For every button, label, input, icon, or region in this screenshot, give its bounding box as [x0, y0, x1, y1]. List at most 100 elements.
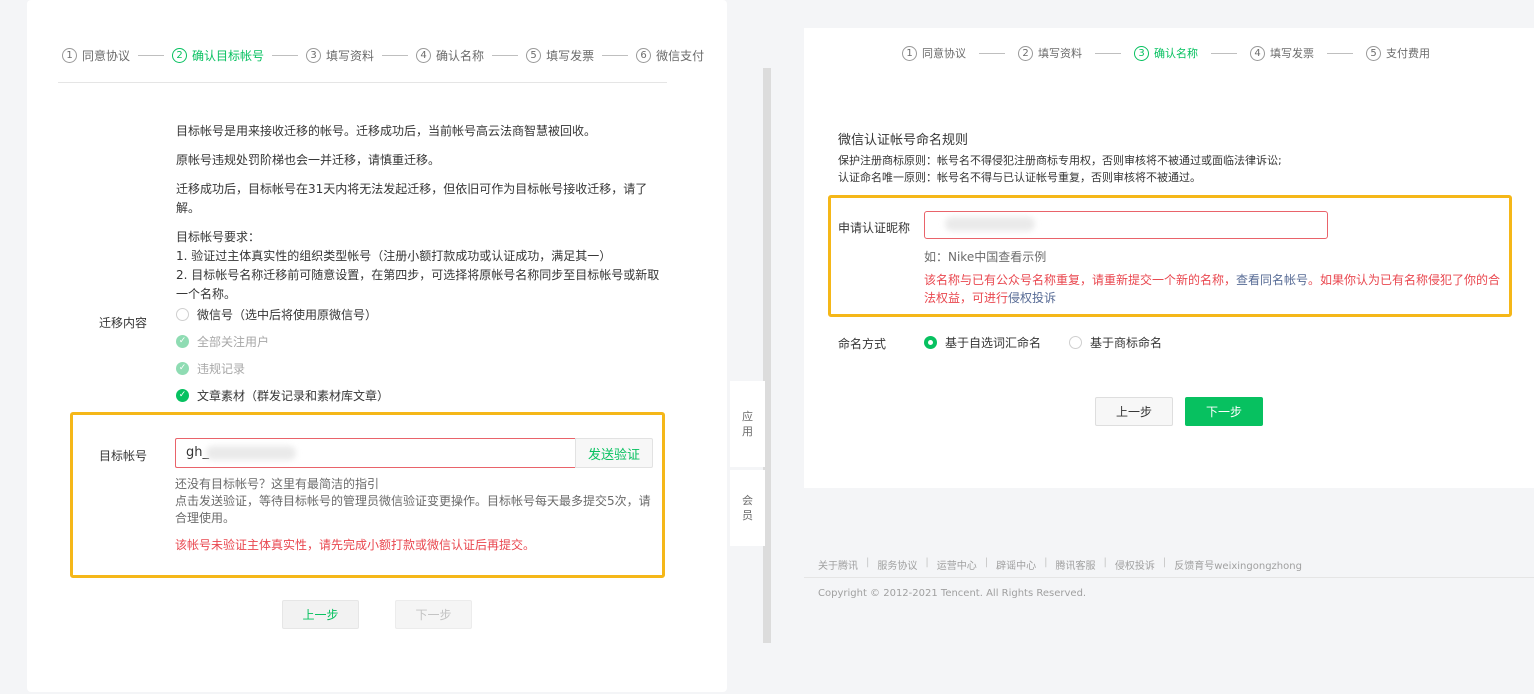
- step-number: 3: [306, 48, 322, 63]
- step-number: 4: [1250, 45, 1265, 61]
- step-label: 微信支付: [656, 49, 705, 63]
- no-account-guide-link[interactable]: 还没有目标帐号？这里有最简洁的指引: [175, 476, 660, 493]
- left-prev-button[interactable]: 上一步: [282, 600, 359, 629]
- step-label: 填写发票: [1270, 47, 1314, 60]
- step-number: 5: [1366, 45, 1381, 61]
- option-violations: ✓ 违规记录: [176, 360, 245, 377]
- naming-method-options: 基于自选词汇命名 基于商标命名: [924, 334, 1162, 351]
- target-account-input[interactable]: gh_: [175, 438, 575, 468]
- infringement-complaint-link[interactable]: 侵权投诉: [1008, 291, 1056, 305]
- rule-trademark: 保护注册商标原则：帐号名不得侵犯注册商标专用权，否则审核将不被通过或面临法律诉讼…: [838, 154, 1282, 167]
- target-account-field: gh_ 发送验证: [175, 438, 653, 468]
- nickname-input[interactable]: [924, 211, 1328, 239]
- footer-separator: |: [1162, 557, 1167, 568]
- left-step-6: 6 微信支付: [636, 47, 704, 64]
- step-label: 确认名称: [1154, 47, 1198, 60]
- check-circle-icon: ✓: [176, 335, 189, 348]
- footer-link[interactable]: 侵权投诉: [1115, 557, 1155, 572]
- left-card: [27, 0, 727, 692]
- target-error-message: 该帐号未验证主体真实性，请先完成小额打款或微信认证后再提交。: [175, 538, 536, 552]
- check-circle-icon[interactable]: ✓: [176, 389, 189, 402]
- footer-link[interactable]: 关于腾讯: [818, 557, 858, 572]
- step-number: 3: [1134, 45, 1149, 61]
- rule-unique: 认证命名唯一原则：帐号名不得与已认证帐号重复，否则审核将不被通过。: [838, 171, 1201, 184]
- step-number: 1: [62, 48, 77, 63]
- right-next-button[interactable]: 下一步: [1185, 397, 1263, 426]
- requirement-2: 2. 目标帐号名称迁移前可随意设置，在第四步，可选择将原帐号名称同步至目标帐号或…: [176, 268, 660, 301]
- target-help: 还没有目标帐号？这里有最简洁的指引 点击发送验证，等待目标帐号的管理员微信验证变…: [175, 476, 660, 527]
- option-followers: ✓ 全部关注用户: [176, 333, 269, 350]
- side-tab-char: 应: [742, 410, 753, 423]
- step-connector: [602, 55, 629, 56]
- step-label: 支付费用: [1386, 47, 1430, 60]
- option-articles[interactable]: ✓ 文章素材（群发记录和素材库文章）: [176, 387, 389, 404]
- side-tab-apps[interactable]: 应 用: [730, 381, 765, 467]
- radio-selected-icon[interactable]: [924, 336, 937, 349]
- naming-option-trademark[interactable]: 基于商标命名: [1090, 334, 1162, 351]
- left-step-bar: 1 同意协议 2 确认目标帐号 3 填写资料 4 确认名称 5 填写发票 6 微信支付: [62, 47, 704, 64]
- footer-divider: [804, 577, 1534, 578]
- note-recycle: 目标帐号是用来接收迁移的帐号。迁移成功后，当前帐号高云法商智慧被回收。: [176, 124, 597, 138]
- send-verification-button[interactable]: 发送验证: [575, 438, 653, 468]
- left-next-button[interactable]: 下一步: [395, 600, 472, 629]
- naming-method-label: 命名方式: [838, 337, 887, 351]
- option-label: 违规记录: [197, 362, 246, 376]
- option-wechat-id[interactable]: 微信号（选中后将使用原微信号）: [176, 306, 377, 323]
- footer-separator: |: [866, 557, 870, 568]
- left-step-3: 3 填写资料: [306, 47, 374, 64]
- right-step-3: 3 确认名称: [1134, 45, 1198, 61]
- naming-option-custom[interactable]: 基于自选词汇命名: [945, 334, 1041, 351]
- step-number: 2: [172, 48, 188, 63]
- redacted-blur: [206, 446, 296, 460]
- check-circle-icon: ✓: [176, 362, 189, 375]
- note-31-days: 迁移成功后，目标帐号在31天内将无法发起迁移，但依旧可作为目标帐号接收迁移，请了…: [176, 182, 648, 215]
- side-tab-char: 会: [742, 494, 753, 507]
- footer-separator: |: [1044, 557, 1048, 568]
- right-step-5: 5 支付费用: [1366, 45, 1430, 61]
- footer-link[interactable]: 腾讯客服: [1056, 557, 1096, 572]
- step-number: 4: [416, 48, 432, 63]
- footer-separator: |: [984, 557, 989, 568]
- option-label: 文章素材（群发记录和素材库文章）: [197, 389, 390, 403]
- view-same-name-link[interactable]: 查看同名帐号: [1236, 273, 1308, 287]
- side-tab-char: 用: [742, 425, 753, 438]
- step-label: 填写发票: [546, 49, 595, 63]
- step-connector: [492, 55, 519, 56]
- right-step-1: 1 同意协议: [902, 45, 966, 61]
- error-text: 该名称与已有公众号名称重复，请重新提交一个新的名称，: [924, 273, 1237, 287]
- nickname-error-message: 该名称与已有公众号名称重复，请重新提交一个新的名称，查看同名帐号。如果你认为已有…: [924, 271, 1509, 307]
- left-step-2: 2 确认目标帐号: [172, 47, 264, 64]
- step-number: 5: [526, 48, 542, 63]
- target-account-label: 目标帐号: [99, 449, 148, 463]
- right-step-bar: 1 同意协议 2 填写资料 3 确认名称 4 填写发票 5 支付费用: [902, 45, 1430, 61]
- step-label: 确认名称: [436, 49, 485, 63]
- footer-links: 关于腾讯 | 服务协议 | 运营中心 | 辟谣中心 | 腾讯客服 | 侵权投诉 | 反馈育号…: [818, 557, 1302, 572]
- copyright: Copyright © 2012-2021 Tencent. All Right…: [818, 588, 1087, 599]
- step-connector: [272, 55, 299, 56]
- radio-unchecked-icon[interactable]: [176, 308, 189, 321]
- step-label: 填写资料: [1038, 47, 1082, 60]
- requirements-title: 目标帐号要求：: [176, 230, 261, 244]
- step-connector: [1327, 52, 1353, 54]
- step-connector: [1095, 52, 1121, 54]
- right-prev-button[interactable]: 上一步: [1095, 397, 1173, 426]
- option-label: 微信号（选中后将使用原微信号）: [197, 308, 378, 322]
- requirement-1: 1. 验证过主体真实性的组织类型帐号（注册小额打款成功或认证成功，满足其一）: [176, 249, 612, 263]
- footer-separator: |: [925, 557, 929, 568]
- step-label: 同意协议: [82, 49, 131, 63]
- side-tab-membership[interactable]: 会 员: [730, 470, 765, 546]
- step-number: 6: [636, 48, 652, 63]
- migrate-content-label: 迁移内容: [99, 316, 148, 330]
- scrollbar[interactable]: [763, 68, 771, 643]
- naming-rules: 保护注册商标原则：帐号名不得侵犯注册商标专用权，否则审核将不被通过或面临法律诉讼…: [838, 152, 1282, 186]
- step-label: 填写资料: [326, 49, 375, 63]
- footer-link[interactable]: 服务协议: [877, 557, 917, 572]
- verification-hint: 点击发送验证，等待目标帐号的管理员微信验证变更操作。目标帐号每天最多提交5次，请…: [175, 494, 651, 525]
- right-step-2: 2 填写资料: [1018, 45, 1082, 61]
- footer-link[interactable]: 运营中心: [937, 557, 977, 572]
- naming-rules-title: 微信认证帐号命名规则: [838, 133, 969, 148]
- footer-link[interactable]: 辟谣中心: [996, 557, 1036, 572]
- radio-unchecked-icon[interactable]: [1069, 336, 1083, 349]
- footer-link[interactable]: 反馈育号weixingongzhong: [1174, 557, 1302, 572]
- migration-notes: 目标帐号是用来接收迁移的帐号。迁移成功后，当前帐号高云法商智慧被回收。 原帐号违…: [176, 122, 661, 304]
